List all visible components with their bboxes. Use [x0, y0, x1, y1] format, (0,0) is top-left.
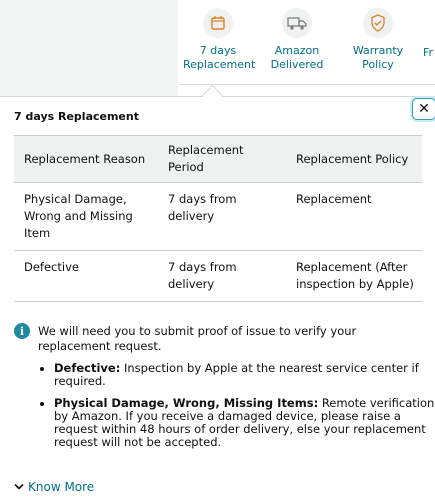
- cell-policy: Replacement: [286, 182, 422, 251]
- table-row: Physical Damage, Wrong and Missing Item …: [14, 182, 422, 251]
- header-reason: Replacement Reason: [14, 135, 158, 183]
- cell-reason: Defective: [14, 250, 158, 302]
- list-item: Physical Damage, Wrong, Missing Items: R…: [54, 397, 435, 449]
- feature-partial[interactable]: Fr: [423, 8, 435, 60]
- chevron-down-icon: [14, 483, 24, 490]
- feature-label-line2: Replacement: [183, 58, 256, 71]
- feature-label-line1: Warranty Policy: [352, 44, 404, 71]
- feature-warranty[interactable]: Warranty Policy: [336, 8, 420, 72]
- item-heading: Defective:: [54, 361, 121, 375]
- info-icon: i: [14, 323, 30, 339]
- header-policy: Replacement Policy: [286, 135, 422, 183]
- item-heading: Physical Damage, Wrong, Missing Items:: [54, 396, 319, 410]
- cell-reason: Physical Damage, Wrong and Missing Item: [14, 182, 158, 251]
- close-button[interactable]: ✕: [412, 98, 435, 120]
- feature-replacement[interactable]: 7 days Replacement: [183, 8, 256, 72]
- cell-policy: Replacement (After inspection by Apple): [286, 250, 422, 302]
- feature-amazon-delivered[interactable]: Amazon Delivered: [266, 8, 328, 72]
- cell-period: 7 days from delivery: [158, 250, 286, 302]
- header-period: Replacement Period: [158, 135, 286, 183]
- feature-label-line2: Delivered: [270, 58, 324, 71]
- note-list: Defective: Inspection by Apple at the ne…: [38, 362, 435, 458]
- delivery-truck-icon: [282, 8, 312, 38]
- replacement-table: Replacement Reason Replacement Period Re…: [14, 135, 422, 302]
- list-item: Defective: Inspection by Apple at the ne…: [54, 362, 435, 388]
- know-more-link[interactable]: Know More: [14, 480, 94, 494]
- table-row: Defective 7 days from delivery Replaceme…: [14, 250, 422, 302]
- know-more-label: Know More: [28, 480, 95, 494]
- feature-label-line1: Amazon: [274, 44, 320, 57]
- warranty-shield-icon: [363, 8, 393, 38]
- replacement-icon: [203, 8, 233, 38]
- table-header-row: Replacement Reason Replacement Period Re…: [14, 135, 422, 183]
- popover-title: 7 days Replacement: [14, 110, 139, 123]
- feature-strip: 7 days Replacement Amazon Delivered Warr…: [178, 0, 435, 96]
- note-text: We will need you to submit proof of issu…: [38, 324, 357, 353]
- feature-label-line1: 7 days: [199, 44, 237, 57]
- cell-period: 7 days from delivery: [158, 182, 286, 251]
- close-icon: ✕: [418, 101, 430, 117]
- feature-label-line1: Fr: [423, 46, 434, 59]
- divider: [178, 84, 435, 85]
